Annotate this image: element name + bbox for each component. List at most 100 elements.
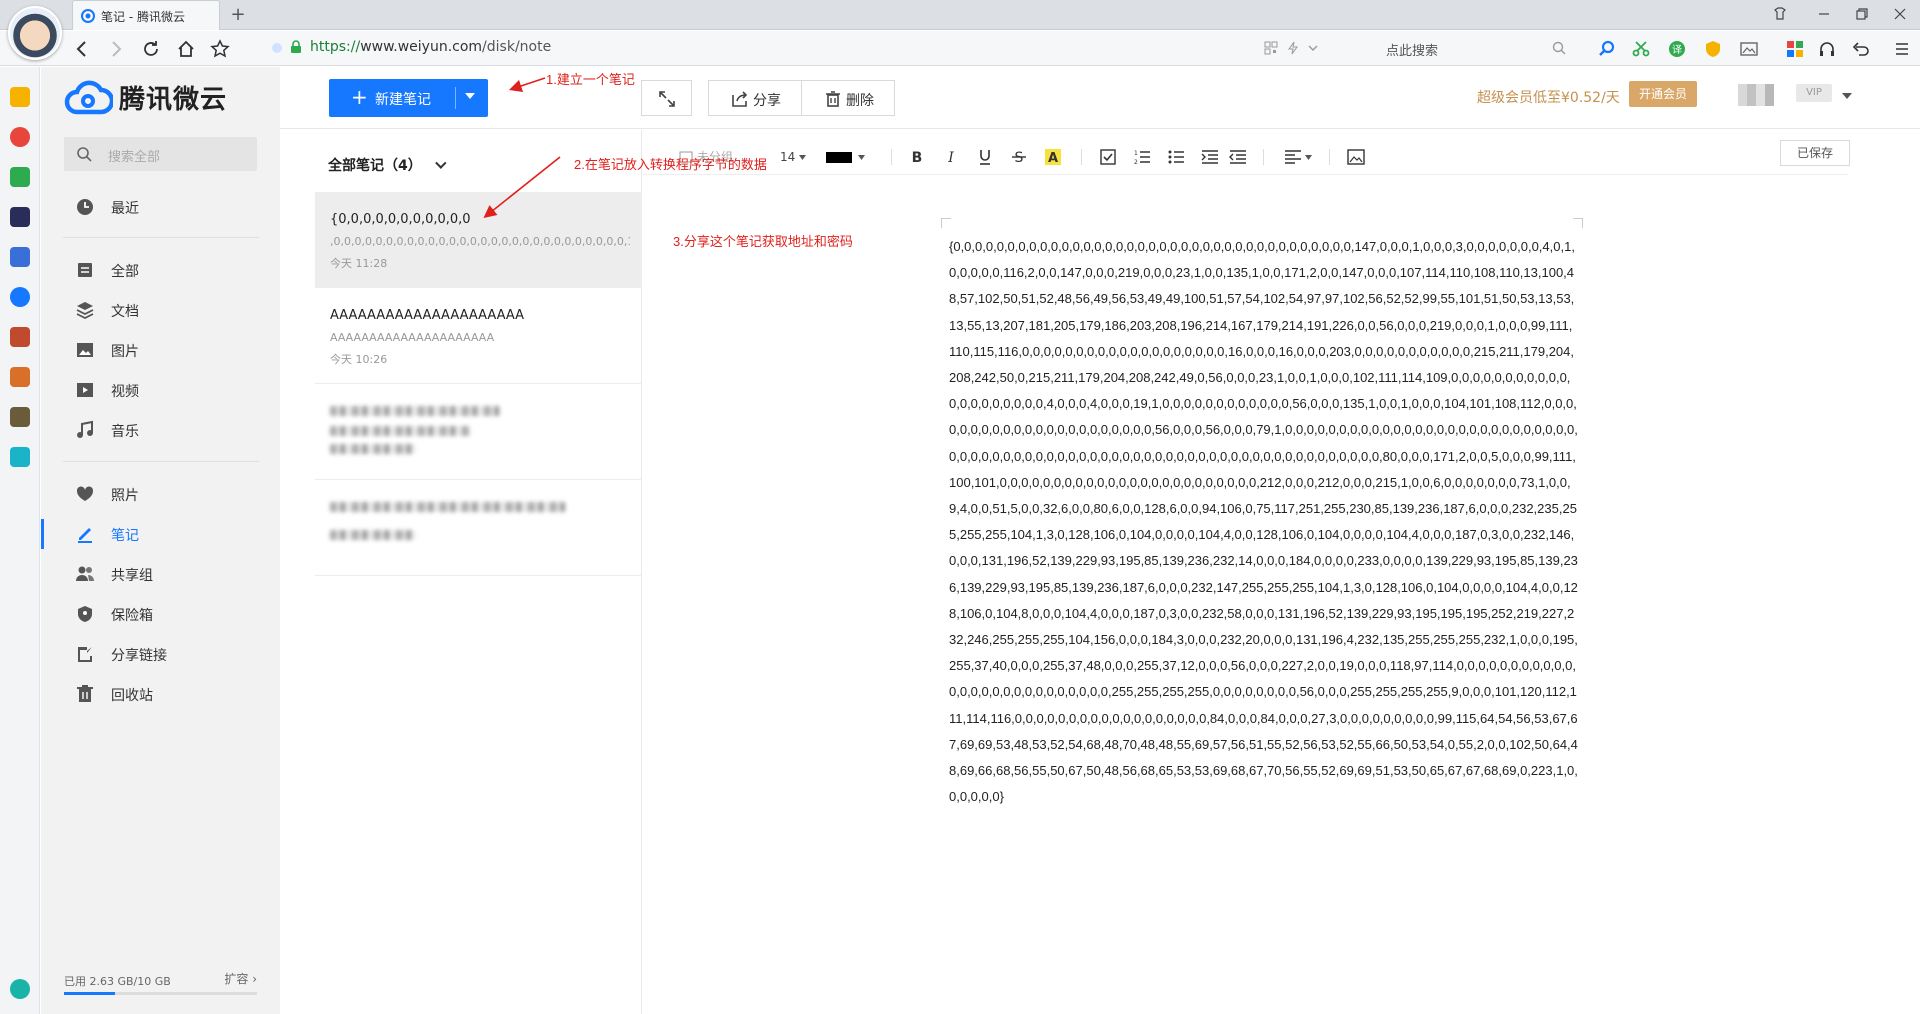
logo-text: 腾讯微云 [119,85,228,115]
sidebar-item-label: 图片 [111,344,139,360]
browser-tab-active[interactable]: 笔记 - 腾讯微云 [72,0,220,30]
bullet-list-icon[interactable] [1166,147,1186,167]
sidebar-item-label: 最近 [111,201,139,217]
note-item-blurred[interactable] [315,384,642,480]
sidebar-item-recent[interactable]: 最近 [41,192,280,222]
game-app-icon-2[interactable] [10,367,30,387]
sidebar-item-music[interactable]: 音乐 [41,415,280,445]
user-menu-caret-icon[interactable] [1842,93,1852,99]
sidebar-settings-icon[interactable] [10,979,30,999]
blurred-text [330,530,415,540]
sidebar-item-images[interactable]: 图片 [41,335,280,365]
sidebar-item-all[interactable]: 全部 [41,255,280,285]
ordered-list-icon[interactable]: 12 [1132,147,1152,167]
sidebar-item-documents[interactable]: 文档 [41,295,280,325]
weiyun-logo[interactable]: 腾讯微云 [63,79,227,116]
outdent-icon[interactable] [1228,147,1248,167]
magnifier-ext-icon[interactable] [1598,40,1616,58]
note-list-filter[interactable]: 全部笔记（4） [328,155,447,175]
close-window-icon[interactable] [1892,6,1908,22]
font-size-select[interactable]: 14 [780,147,820,167]
trash-icon [826,91,840,107]
sidebar-item-videos[interactable]: 视频 [41,375,280,405]
user-avatar-blurred[interactable] [1738,84,1774,106]
address-bar[interactable]: https://www.weiyun.com/disk/note [262,35,1322,61]
translate-ext-icon[interactable]: 译 [1668,40,1686,58]
chat-icon[interactable] [10,287,30,307]
new-tab-button[interactable]: + [228,5,248,25]
sidebar-item-recycle-bin[interactable]: 回收站 [41,679,280,709]
text-color-select[interactable] [826,147,872,167]
p-app-icon[interactable] [10,447,30,467]
align-select[interactable] [1283,147,1317,167]
strikethrough-icon[interactable]: S [1009,147,1029,167]
restore-icon[interactable] [1854,6,1870,22]
mail-icon[interactable] [10,167,30,187]
apps-grid-icon[interactable] [1786,40,1804,58]
skin-icon[interactable] [1772,6,1788,22]
favorites-star-icon[interactable] [10,87,30,107]
weibo-icon[interactable] [10,127,30,147]
caret-down-icon [799,155,807,160]
note-item-blurred[interactable] [315,480,642,576]
chevron-down-icon[interactable] [1308,44,1318,52]
vip-promo-text[interactable]: 超级会员低至¥0.52/天 [1477,87,1620,107]
back-icon[interactable] [72,39,92,59]
toolbar-separator [891,149,892,165]
storage-text: 已用 2.63 GB/10 GB [64,975,171,988]
open-vip-button[interactable]: 开通会员 [1629,81,1697,107]
bookmark-star-icon[interactable] [210,39,230,59]
game-app-icon-3[interactable] [10,407,30,427]
caret-down-icon[interactable] [465,93,475,99]
undo-icon[interactable] [1852,40,1870,58]
share-button[interactable]: 分享 [708,80,802,116]
lightning-icon[interactable] [1286,41,1300,55]
document-app-icon[interactable] [10,247,30,267]
qr-code-icon[interactable] [1264,41,1278,55]
search-icon[interactable] [1552,41,1566,55]
sidebar-item-shared-group[interactable]: 共享组 [41,559,280,589]
underline-icon[interactable] [975,147,995,167]
expand-storage-link[interactable]: 扩容 › [224,970,257,987]
app-toolbar: + 新建笔记 分享 删除 超级会员低至¥0.52/天 开通会员 VIP [280,67,1920,129]
news-icon[interactable] [10,207,30,227]
sidebar-item-notes[interactable]: 笔记 [41,519,280,549]
headphones-icon[interactable] [1818,40,1836,58]
note-item[interactable]: {0,0,0,0,0,0,0,0,0,0,0 ,0,0,0,0,0,0,0,0,… [315,192,642,288]
app-search-input[interactable]: 搜索全部 [64,137,257,171]
note-item[interactable]: AAAAAAAAAAAAAAAAAAAAA AAAAAAAAAAAAAAAAAA… [315,288,642,384]
italic-icon[interactable]: I [941,147,961,167]
sidebar-item-share-links[interactable]: 分享链接 [41,639,280,669]
toolbar-separator [1081,149,1082,165]
bold-icon[interactable]: B [907,147,927,167]
menu-icon[interactable] [1893,40,1911,58]
insert-image-icon[interactable] [1346,147,1366,167]
scissors-ext-icon[interactable] [1632,40,1650,58]
minimize-icon[interactable] [1816,6,1832,22]
note-preview: ,0,0,0,0,0,0,0,0,0,0,0,0,0,0,0,0,0,0,0,0… [330,235,630,248]
image-ext-icon[interactable] [1740,40,1758,58]
fullscreen-button[interactable] [641,80,692,116]
forward-icon[interactable] [106,39,126,59]
game-app-icon-1[interactable] [10,327,30,347]
browser-search-placeholder: 点此搜索 [1386,44,1439,59]
storage-progress-bar [64,992,257,995]
home-icon[interactable] [176,39,196,59]
checkbox-list-icon[interactable] [1098,147,1118,167]
browser-user-avatar[interactable] [8,6,62,60]
sidebar-item-label: 笔记 [111,528,139,544]
highlight-icon[interactable]: A [1043,147,1063,167]
indent-icon[interactable] [1200,147,1220,167]
delete-button[interactable]: 删除 [801,80,895,116]
browser-search-box[interactable]: 点此搜索 [1378,35,1572,61]
sidebar-item-label: 文档 [111,304,139,320]
sidebar-item-vault[interactable]: 保险箱 [41,599,280,629]
reload-icon[interactable] [141,39,161,59]
note-editor-body[interactable]: {0,0,0,0,0,0,0,0,0,0,0,0,0,0,0,0,0,0,0,0… [949,234,1579,810]
shield-ext-icon[interactable] [1704,40,1722,58]
sidebar-item-photos[interactable]: 照片 [41,479,280,509]
new-note-button[interactable]: + 新建笔记 [329,79,488,117]
new-note-label: 新建笔记 [375,92,431,108]
sidebar-item-label: 音乐 [111,424,139,440]
svg-text:1: 1 [1134,150,1138,157]
